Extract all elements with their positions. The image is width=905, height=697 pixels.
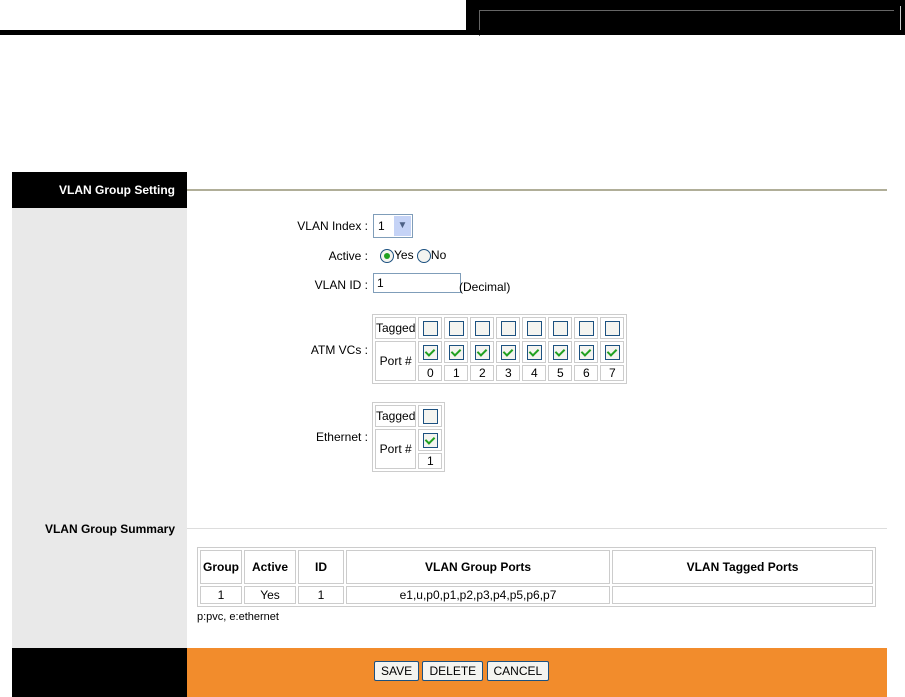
- tagged-checkbox[interactable]: [552, 320, 568, 336]
- atm-vcs-label: ATM VCs :: [310, 343, 368, 357]
- cell: [612, 586, 873, 604]
- tagged-checkbox[interactable]: [422, 320, 438, 336]
- col-header: Active: [244, 550, 296, 584]
- member-cell: [470, 341, 495, 363]
- active-yes-radio[interactable]: [380, 248, 394, 263]
- col-header: VLAN Group Ports: [346, 550, 610, 584]
- cell: 1: [298, 586, 344, 604]
- section-title-summary: VLAN Group Summary: [44, 522, 175, 536]
- port-checkbox[interactable]: [552, 344, 568, 360]
- yes-label: Yes: [394, 248, 414, 262]
- port-number: 1: [444, 365, 469, 381]
- vlan-index-select[interactable]: 1 ▼: [373, 214, 413, 238]
- port-number: 3: [496, 365, 521, 381]
- divider: [187, 189, 887, 191]
- port-checkbox[interactable]: [422, 344, 438, 360]
- cell: 1: [200, 586, 242, 604]
- chevron-down-icon[interactable]: ▼: [394, 216, 411, 236]
- active-label: Active :: [328, 249, 368, 263]
- port-number: 4: [522, 365, 547, 381]
- member-cell: [444, 341, 469, 363]
- port-checkbox[interactable]: [604, 344, 620, 360]
- tagged-label: Tagged: [375, 405, 417, 427]
- table-row: 1 Yes 1 e1,u,p0,p1,p2,p3,p4,p5,p6,p7: [200, 586, 873, 604]
- tagged-cell: [470, 317, 495, 339]
- member-cell: [522, 341, 547, 363]
- member-cell: [600, 341, 625, 363]
- tagged-cell: [600, 317, 625, 339]
- member-cell: [418, 341, 443, 363]
- tagged-checkbox[interactable]: [474, 320, 490, 336]
- vlan-id-hint: (Decimal): [459, 280, 511, 294]
- port-number: 6: [574, 365, 599, 381]
- sidebar: [12, 172, 187, 648]
- ethernet-label: Ethernet :: [315, 430, 368, 444]
- port-label: Port #: [375, 341, 417, 381]
- no-label: No: [430, 248, 447, 262]
- cancel-button[interactable]: CANCEL: [486, 661, 550, 681]
- port-number: 7: [600, 365, 625, 381]
- cell: Yes: [244, 586, 296, 604]
- tagged-label: Tagged: [375, 317, 417, 339]
- port-checkbox[interactable]: [474, 344, 490, 360]
- delete-button[interactable]: DELETE: [422, 661, 484, 681]
- port-checkbox[interactable]: [500, 344, 516, 360]
- member-cell: [574, 341, 599, 363]
- legend-note: p:pvc, e:ethernet: [197, 611, 279, 623]
- ethernet-grid: Tagged Port # 1: [372, 402, 446, 472]
- save-button[interactable]: SAVE: [374, 661, 420, 681]
- header-rule: [0, 30, 905, 35]
- member-cell: [496, 341, 521, 363]
- vlan-id-label: VLAN ID :: [314, 278, 368, 292]
- vlan-index-label: VLAN Index :: [297, 219, 368, 233]
- tagged-cell: [574, 317, 599, 339]
- port-number: 5: [548, 365, 573, 381]
- tagged-cell: [522, 317, 547, 339]
- tagged-checkbox[interactable]: [578, 320, 594, 336]
- footer-bar: SAVE DELETE CANCEL: [187, 648, 887, 697]
- tagged-checkbox[interactable]: [604, 320, 620, 336]
- port-number: 1: [418, 453, 443, 469]
- member-cell: [418, 429, 443, 451]
- col-header: VLAN Tagged Ports: [612, 550, 873, 584]
- port-number: 2: [470, 365, 495, 381]
- tagged-cell: [444, 317, 469, 339]
- port-checkbox[interactable]: [422, 432, 438, 448]
- section-title-setting: VLAN Group Setting: [12, 172, 187, 208]
- tagged-checkbox[interactable]: [448, 320, 464, 336]
- vlan-index-value: 1: [378, 219, 385, 233]
- col-header: ID: [298, 550, 344, 584]
- vlan-summary-table: Group Active ID VLAN Group Ports VLAN Ta…: [197, 547, 876, 607]
- tagged-cell: [548, 317, 573, 339]
- active-no-radio[interactable]: [416, 248, 431, 263]
- tagged-cell: [418, 405, 443, 427]
- footer-left: [12, 648, 187, 697]
- port-number: 0: [418, 365, 443, 381]
- divider: [187, 528, 887, 529]
- atm-vcs-grid: Tagged Port # 01234567: [372, 314, 628, 384]
- port-checkbox[interactable]: [448, 344, 464, 360]
- tagged-checkbox[interactable]: [500, 320, 516, 336]
- port-label: Port #: [375, 429, 417, 469]
- port-checkbox[interactable]: [526, 344, 542, 360]
- member-cell: [548, 341, 573, 363]
- tagged-cell: [418, 317, 443, 339]
- tagged-cell: [496, 317, 521, 339]
- vlan-id-input[interactable]: [373, 273, 461, 293]
- col-header: Group: [200, 550, 242, 584]
- cell: e1,u,p0,p1,p2,p3,p4,p5,p6,p7: [346, 586, 610, 604]
- tagged-checkbox[interactable]: [526, 320, 542, 336]
- tagged-checkbox[interactable]: [422, 408, 438, 424]
- port-checkbox[interactable]: [578, 344, 594, 360]
